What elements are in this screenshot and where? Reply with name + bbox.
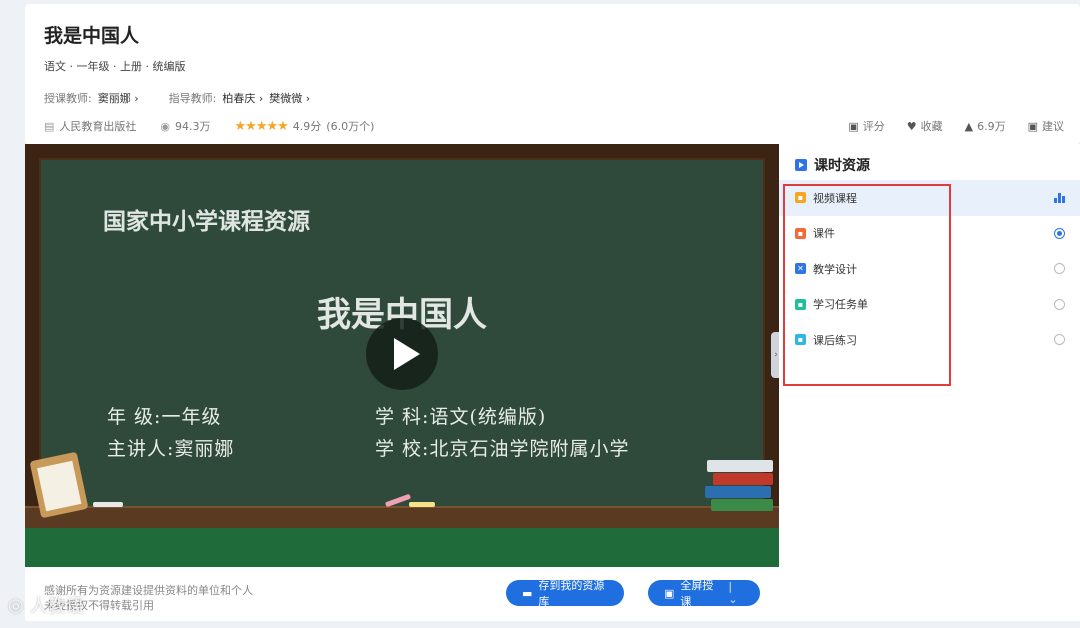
screen-icon: ▣	[664, 586, 675, 600]
play-button[interactable]	[366, 318, 438, 390]
guide-link-2[interactable]: 樊微微 ›	[269, 90, 310, 106]
suggest-label: 建议	[1042, 120, 1064, 133]
video-icon	[795, 159, 807, 171]
watermark-text: 人教语	[29, 596, 84, 617]
like-count: 6.9万	[977, 120, 1006, 133]
chalk-ledge	[25, 506, 779, 528]
video-player[interactable]: 国家中小学课程资源 我是中国人 年 级:一年级 学 科:语文(统编版) 主讲人:…	[25, 144, 779, 567]
fullscreen-teach-button[interactable]: ▣ 全屏授课 | ⌄	[648, 579, 760, 608]
board-subject: 学 科:语文(统编版)	[375, 406, 547, 428]
board-speaker: 主讲人:窦丽娜	[107, 438, 235, 460]
rate-label: 评分	[862, 120, 885, 133]
teacher-label: 授课教师:	[44, 92, 92, 105]
grass-strip	[25, 528, 779, 567]
like-button[interactable]: ▲ 6.9万	[965, 118, 1006, 134]
lesson-meta: ▤ 人民教育出版社 ◉ 94.3万 ★★★★★ 4.9分 (6.0万个)	[44, 118, 374, 134]
view-count: 94.3万	[175, 120, 211, 133]
heart-icon: ♥	[906, 119, 917, 133]
guide-link-1[interactable]: 柏春庆 ›	[222, 90, 263, 106]
suggest-button[interactable]: ▣ 建议	[1028, 118, 1064, 134]
board-grade: 年 级:一年级	[107, 406, 222, 428]
rating-score: 4.9分	[292, 120, 322, 133]
fullscreen-button-label: 全屏授课	[680, 579, 714, 608]
progress-empty-icon	[1054, 298, 1065, 310]
publisher: 人民教育出版社	[59, 120, 137, 133]
guide-label: 指导教师:	[168, 92, 217, 105]
rate-button[interactable]: ▣ 评分	[848, 118, 884, 134]
comment-icon: ▣	[848, 119, 859, 133]
teacher-link[interactable]: 窦丽娜 ›	[98, 90, 139, 106]
folder-icon: ▬	[522, 586, 533, 600]
watermark: ◎ 人教语	[8, 592, 84, 618]
panel-title: 课时资源	[814, 158, 870, 174]
page-title: 我是中国人	[44, 25, 140, 47]
progress-partial-icon	[1054, 227, 1065, 239]
thumb-up-icon: ▲	[964, 119, 974, 133]
save-to-library-button[interactable]: ▬ 存到我的资源库	[506, 579, 624, 608]
panel-header: 课时资源	[795, 155, 870, 175]
teacher-info: 授课教师: 窦丽娜 › 指导教师: 柏春庆 › 樊微微 ›	[44, 90, 310, 106]
feedback-icon: ▣	[1027, 119, 1038, 133]
chalk-yellow	[409, 502, 435, 507]
books-icon	[705, 460, 775, 512]
rating-count: (6.0万个)	[326, 120, 375, 133]
favorite-label: 收藏	[920, 120, 943, 133]
watermark-logo-icon: ◎	[8, 594, 24, 616]
board-school: 学 校:北京石油学院附属小学	[375, 438, 630, 460]
progress-empty-icon	[1054, 334, 1065, 345]
lesson-subtitle: 语文 · 一年级 · 上册 · 统编版	[44, 60, 186, 73]
player-footer: 感谢所有为资源建设提供资料的单位和个人 未经授权不得转载引用 ▬ 存到我的资源库…	[25, 567, 779, 621]
board-logo-text: 国家中小学课程资源	[103, 209, 310, 235]
save-button-label: 存到我的资源库	[538, 579, 605, 608]
chalk-white	[93, 502, 123, 507]
lesson-header: 我是中国人 语文 · 一年级 · 上册 · 统编版 授课教师: 窦丽娜 › 指导…	[25, 4, 1080, 144]
header-actions: ▣ 评分 ♥ 收藏 ▲ 6.9万 ▣ 建议	[848, 118, 1080, 134]
annotation-highlight-box	[783, 184, 951, 386]
eye-icon: ◉	[160, 119, 171, 133]
chevron-down-icon[interactable]: | ⌄	[728, 580, 744, 606]
favorite-button[interactable]: ♥ 收藏	[907, 118, 943, 134]
rating-stars: ★★★★★	[234, 118, 289, 134]
book-icon: ▤	[44, 119, 55, 133]
progress-empty-icon	[1054, 263, 1065, 274]
playing-bars-icon	[1054, 192, 1065, 203]
